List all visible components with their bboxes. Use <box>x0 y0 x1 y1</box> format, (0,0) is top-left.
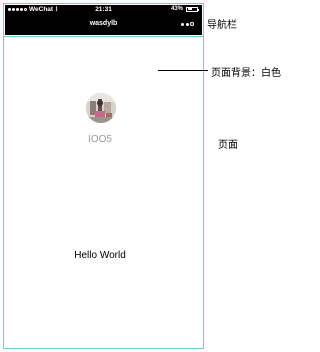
user-nickname: IOO5 <box>88 134 112 145</box>
navbar-annotation: 导航栏 <box>207 20 237 31</box>
background-annotation: 页面背景：白色 <box>211 68 281 79</box>
annotation-leader-line <box>158 70 208 71</box>
page-annotation: 页面 <box>218 140 238 151</box>
battery-icon <box>186 6 199 12</box>
page-frame <box>3 3 204 349</box>
more-dots-icon[interactable] <box>181 22 194 26</box>
navigation-bar: WeChat ⌇ 21:31 43% wasdylb <box>5 5 202 35</box>
battery-percent: 43% <box>170 6 183 12</box>
avatar-image <box>86 93 116 123</box>
greeting-text: Hello World <box>74 250 126 261</box>
user-avatar[interactable] <box>86 93 116 123</box>
status-right: 43% <box>170 6 199 12</box>
nav-title: wasdylb <box>89 20 118 27</box>
